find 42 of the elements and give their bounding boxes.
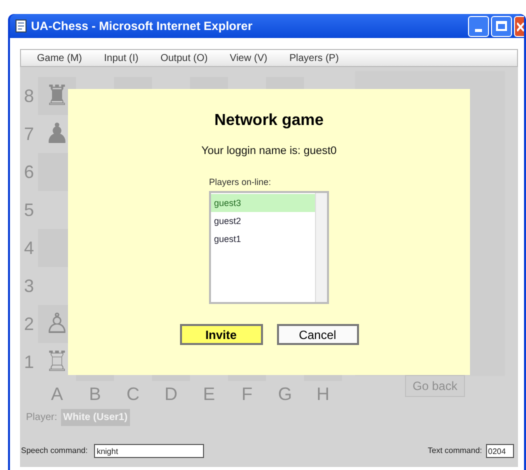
rank-label: 1 — [24, 350, 36, 374]
close-button[interactable] — [514, 16, 524, 36]
text-command-label: Text command: — [428, 445, 482, 457]
login-text: Your loggin name is: guest0 — [201, 144, 337, 159]
rank-label: 2 — [24, 312, 36, 336]
file-label: E — [202, 383, 216, 406]
close-icon — [517, 22, 524, 32]
players-label: Players on-line: — [209, 176, 272, 189]
minimize-button[interactable] — [468, 16, 489, 36]
player-item[interactable]: guest2 — [211, 212, 315, 230]
menu-item[interactable]: View (V) — [230, 50, 268, 66]
menu-item[interactable]: Input (I) — [104, 50, 138, 66]
rank-label: 8 — [24, 84, 36, 108]
player-item[interactable]: guest3 — [211, 194, 315, 212]
menu-item[interactable]: Output (O) — [160, 50, 208, 66]
file-label: B — [88, 383, 102, 406]
rank-label: 7 — [24, 122, 36, 146]
cancel-button[interactable]: Cancel — [276, 324, 358, 345]
speech-command-field[interactable]: knight — [94, 444, 204, 458]
dialog-title: Network game — [214, 111, 324, 131]
scrollbar[interactable] — [315, 193, 327, 302]
text-command-field[interactable]: 0204 — [486, 444, 514, 458]
file-label: F — [240, 383, 254, 406]
file-label: G — [276, 383, 293, 406]
rank-label: 5 — [24, 198, 36, 222]
page-icon — [14, 19, 28, 33]
speech-command-label: Speech command: — [21, 445, 88, 457]
menu-item[interactable]: Game (M) — [37, 50, 82, 66]
players-list[interactable]: guest3 guest2 guest1 — [209, 191, 329, 304]
file-label: H — [316, 383, 330, 406]
file-label: D — [164, 383, 178, 406]
file-label: C — [126, 383, 140, 406]
window-title: UA-Chess - Microsoft Internet Explorer — [31, 18, 252, 35]
rank-label: 3 — [24, 274, 36, 298]
player-item[interactable]: guest1 — [211, 230, 315, 248]
invite-button[interactable]: Invite — [180, 324, 262, 345]
file-label: A — [50, 383, 64, 406]
rank-label: 6 — [24, 160, 36, 184]
rank-label: 4 — [24, 236, 36, 260]
maximize-button[interactable] — [491, 16, 512, 36]
menu-item[interactable]: Players (P) — [289, 50, 339, 66]
player-label: Player: — [26, 411, 58, 425]
